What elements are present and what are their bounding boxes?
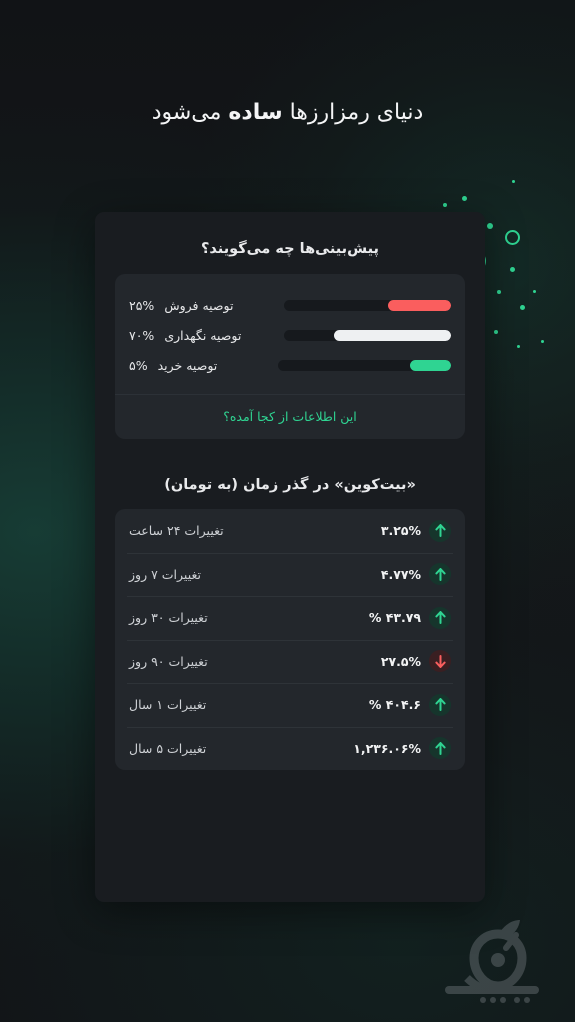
page-title-emphasis: ساده: [228, 100, 283, 125]
stat-label: تغییرات ۹۰ روز: [129, 653, 208, 669]
arrow-up-icon: [429, 693, 451, 716]
decor-dot: [520, 305, 525, 310]
history-stat-row: ۳.۲۵% تغییرات ۲۴ ساعت: [115, 509, 465, 553]
decor-dot: [497, 290, 501, 294]
decor-dot: [517, 345, 520, 348]
decor-dot: [494, 330, 498, 334]
decor-dot: [510, 267, 515, 272]
arrow-up-icon: [429, 606, 451, 629]
stat-value: ۴۳.۷۹ %: [368, 610, 421, 626]
stat-label: تغییرات ۷ روز: [129, 566, 201, 582]
prediction-row: توصیه خرید ۵%: [129, 350, 451, 380]
history-title: «بیت‌کوین» در گذر زمان (به تومان): [164, 477, 416, 493]
stat-label: تغییرات ۱ سال: [129, 697, 207, 713]
page-title-part-2: می‌شود: [151, 100, 229, 125]
stat-value: ۱,۲۳۶.۰۶%: [353, 740, 421, 756]
stat-value-group: ۴۰۴.۶ %: [368, 693, 451, 716]
decor-ring: [505, 230, 520, 245]
page-title: دنیای رمزارزها ساده می‌شود: [0, 100, 575, 125]
prediction-bar-track: [284, 299, 451, 311]
stat-value: ۳.۲۵%: [380, 523, 421, 539]
prediction-label: توصیه خرید: [157, 357, 218, 373]
predictions-bar-list: توصیه فروش ۲۵% توصیه نگهداری ۷۰% توصیه خرید ۵…: [115, 274, 465, 394]
stat-value: ۲۷.۵%: [380, 653, 421, 669]
decor-dot: [487, 223, 493, 229]
stat-value: ۴.۷۷%: [380, 566, 421, 582]
prediction-percent: ۲۵%: [129, 297, 155, 313]
arrow-up-icon: [429, 737, 451, 760]
history-stat-row: ۴۳.۷۹ % تغییرات ۳۰ روز: [115, 596, 465, 640]
history-stat-row: ۲۷.۵% تغییرات ۹۰ روز: [115, 639, 465, 684]
sibche-logo: [445, 920, 539, 1003]
arrow-down-icon: [429, 650, 451, 673]
prediction-bar-track: [284, 329, 451, 341]
prediction-bar-fill: [387, 299, 451, 311]
stat-value-group: ۱,۲۳۶.۰۶%: [353, 737, 451, 760]
prediction-bar-track: [277, 359, 451, 371]
stat-label: تغییرات ۵ سال: [129, 740, 207, 756]
arrow-up-icon: [429, 563, 451, 586]
data-source-link[interactable]: این اطلاعات از کجا آمده؟: [115, 395, 465, 439]
prediction-row: توصیه فروش ۲۵%: [129, 290, 451, 320]
history-stat-row: ۴.۷۷% تغییرات ۷ روز: [115, 552, 465, 597]
decor-dot: [443, 203, 447, 207]
prediction-label: توصیه فروش: [164, 297, 234, 313]
page-title-part-1: دنیای رمزارزها: [282, 100, 424, 125]
prediction-percent: ۷۰%: [129, 327, 155, 343]
prediction-row: توصیه نگهداری ۷۰%: [129, 320, 451, 350]
prediction-bar-fill: [333, 329, 451, 341]
app-card: پیش‌بینی‌ها چه می‌گویند؟ توصیه فروش ۲۵% تو…: [95, 212, 485, 902]
decor-dot: [512, 180, 515, 183]
decor-dot: [533, 290, 536, 293]
arrow-up-icon: [429, 519, 451, 542]
stat-label: تغییرات ۲۴ ساعت: [129, 523, 224, 539]
stat-value-group: ۴.۷۷%: [380, 563, 451, 586]
prediction-bar-fill: [410, 359, 451, 371]
predictions-title: پیش‌بینی‌ها چه می‌گویند؟: [201, 241, 379, 257]
stat-label: تغییرات ۳۰ روز: [129, 610, 208, 626]
stat-value-group: ۲۷.۵%: [380, 650, 451, 673]
prediction-percent: ۵%: [129, 357, 148, 373]
history-stat-row: ۴۰۴.۶ % تغییرات ۱ سال: [115, 683, 465, 727]
prediction-label: توصیه نگهداری: [164, 327, 242, 343]
decor-dot: [541, 340, 544, 343]
stat-value-group: ۴۳.۷۹ %: [368, 606, 451, 629]
predictions-panel: توصیه فروش ۲۵% توصیه نگهداری ۷۰% توصیه خرید ۵…: [115, 274, 465, 439]
history-stats-list: ۳.۲۵% تغییرات ۲۴ ساعت ۴.۷۷% تغییرات ۷ روز ۴۳…: [115, 509, 465, 770]
history-stat-row: ۱,۲۳۶.۰۶% تغییرات ۵ سال: [115, 726, 465, 771]
stat-value-group: ۳.۲۵%: [380, 519, 451, 542]
decor-dot: [462, 196, 467, 201]
stat-value: ۴۰۴.۶ %: [368, 697, 421, 713]
